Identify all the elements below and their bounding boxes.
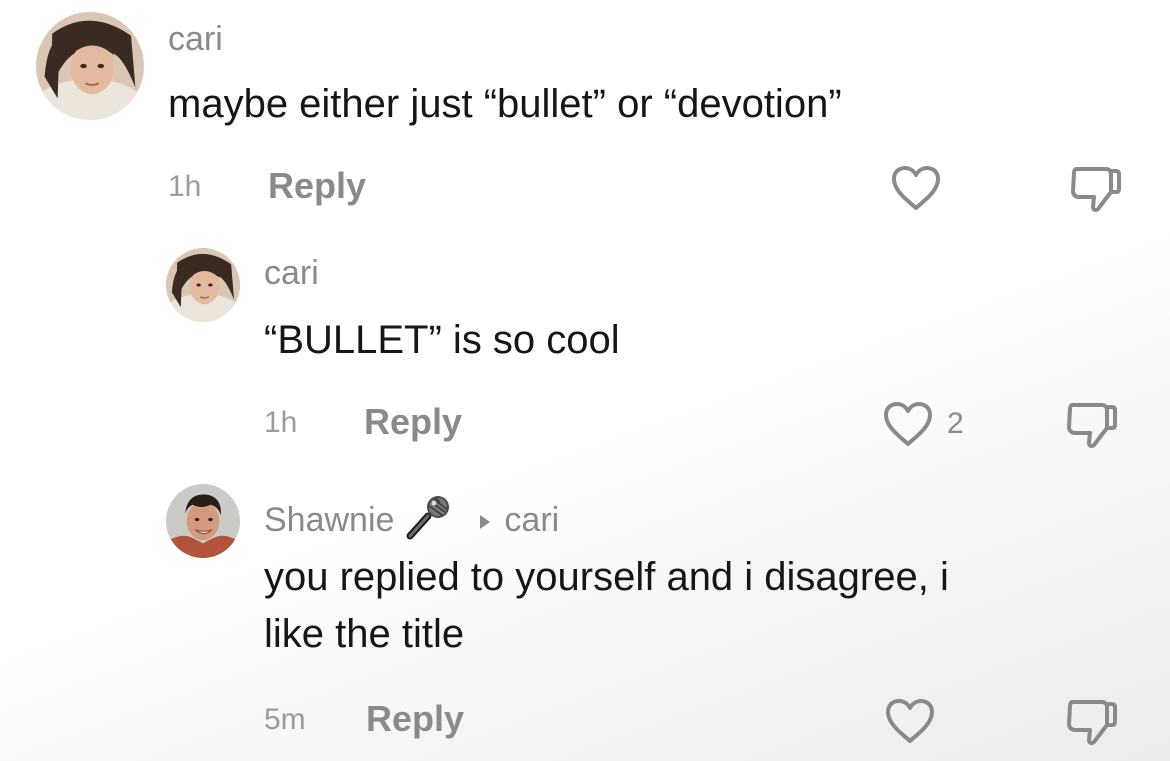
comment-text-line: “BULLET” is so cool — [264, 318, 620, 362]
dislike-button[interactable] — [1064, 696, 1120, 748]
dislike-button[interactable] — [1068, 163, 1124, 215]
comment-text-line: you replied to yourself and i disagree, … — [264, 555, 949, 599]
comment-text-line: like the title — [264, 612, 465, 656]
reply-button[interactable]: Reply — [366, 701, 464, 737]
reply-button[interactable]: Reply — [268, 168, 366, 204]
like-button[interactable]: 2 — [881, 400, 964, 448]
microphone-icon — [404, 494, 456, 546]
comment-text: maybe either just “bullet” or “devotion” — [168, 76, 842, 133]
comment-username[interactable]: cari — [264, 256, 319, 290]
avatar[interactable] — [166, 248, 240, 322]
thumbs-down-outline-icon — [1067, 700, 1117, 746]
reply-to-username[interactable]: cari — [504, 503, 559, 537]
like-count: 2 — [947, 407, 964, 440]
like-button[interactable] — [889, 164, 943, 212]
comment-timestamp: 1h — [168, 170, 202, 203]
thumbs-down-outline-icon — [1067, 403, 1117, 449]
comment-text: you replied to yourself and i disagree, … — [264, 549, 949, 663]
heart-outline-icon — [886, 699, 934, 743]
avatar-image — [166, 248, 240, 322]
avatar-image — [36, 12, 144, 120]
comment-text-line: maybe either just “bullet” or “devotion” — [168, 82, 842, 126]
avatar[interactable] — [166, 484, 240, 558]
comment-timestamp: 1h — [264, 406, 298, 439]
comment-timestamp: 5m — [264, 703, 306, 736]
dislike-button[interactable] — [1064, 399, 1120, 451]
reply-button[interactable]: Reply — [364, 404, 462, 440]
comment-text: “BULLET” is so cool — [264, 312, 620, 369]
right-triangle-icon — [478, 503, 492, 537]
comment-username[interactable]: Shawnie — [264, 503, 394, 537]
avatar[interactable] — [36, 12, 144, 120]
avatar-image — [166, 484, 240, 558]
heart-outline-icon — [884, 402, 932, 446]
comment-username-row: Shawnie cari — [264, 494, 559, 546]
like-button[interactable] — [883, 697, 937, 745]
comment-username[interactable]: cari — [168, 22, 223, 56]
heart-outline-icon — [892, 166, 940, 210]
thumbs-down-outline-icon — [1071, 167, 1121, 213]
